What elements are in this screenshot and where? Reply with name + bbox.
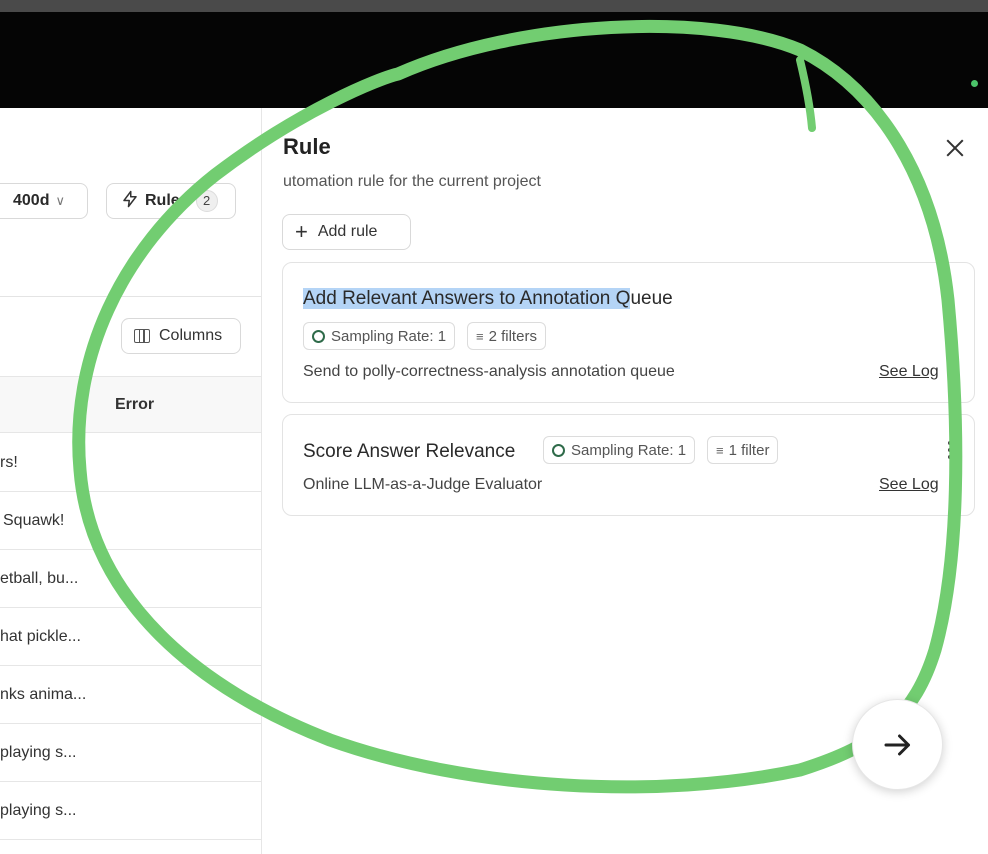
rule-name-selected-text: Add Relevant Answers to Annotation Q bbox=[303, 288, 631, 309]
sampling-rate-pill: Sampling Rate: 1 bbox=[543, 436, 696, 464]
row-text: hat pickle... bbox=[0, 628, 81, 645]
rule-description: Online LLM-as-a-Judge Evaluator bbox=[303, 476, 543, 493]
table-row[interactable]: nks anima... bbox=[0, 666, 261, 724]
rule-description: Send to polly-correctness-analysis annot… bbox=[303, 363, 675, 381]
table-row[interactable]: playing s... bbox=[0, 782, 261, 840]
rule-name: Add Relevant Answers to Annotation Queue bbox=[303, 288, 673, 310]
kebab-menu-icon[interactable] bbox=[948, 287, 952, 305]
table-row[interactable]: etball, bu... bbox=[0, 550, 261, 608]
sampling-rate-text: Sampling Rate: 1 bbox=[571, 441, 687, 459]
sampling-ring-icon bbox=[552, 443, 565, 457]
columns-icon bbox=[134, 329, 150, 343]
filters-pill[interactable]: ≡ 2 filters bbox=[467, 322, 546, 350]
time-range-select[interactable]: 400d ∨ bbox=[0, 183, 88, 219]
plus-icon: + bbox=[295, 219, 308, 244]
rules-count-badge: 2 bbox=[195, 190, 218, 212]
sampling-rate-text: Sampling Rate: 1 bbox=[331, 327, 447, 345]
filter-icon: ≡ bbox=[476, 328, 484, 344]
runs-page: 400d ∨ Rules 2 Columns Error rs! Squawk!… bbox=[0, 108, 262, 854]
rule-name-rest: ueue bbox=[630, 288, 673, 309]
time-range-value: 400d bbox=[13, 192, 50, 209]
row-text: nks anima... bbox=[0, 686, 87, 703]
rule-description-prefix: Send to bbox=[303, 363, 363, 380]
columns-button-label: Columns bbox=[159, 327, 223, 344]
next-button[interactable] bbox=[852, 699, 943, 790]
rule-description-target: polly-correctness-analysis bbox=[362, 363, 547, 380]
toolbar-divider bbox=[0, 296, 261, 297]
drawer-subtitle: utomation rule for the current project bbox=[283, 173, 541, 190]
rule-name: Score Answer Relevance bbox=[303, 441, 516, 462]
rule-card[interactable]: Add Relevant Answers to Annotation Queue… bbox=[282, 262, 975, 403]
table-row[interactable]: hat pickle... bbox=[0, 608, 261, 666]
rule-card[interactable]: Score Answer Relevance Sampling Rate: 1 … bbox=[282, 414, 975, 516]
chevron-down-icon: ∨ bbox=[55, 193, 65, 208]
sampling-ring-icon bbox=[312, 329, 325, 343]
add-rule-button[interactable]: + Add rule bbox=[282, 214, 411, 250]
row-text: rs! bbox=[0, 454, 18, 471]
sampling-rate-pill: Sampling Rate: 1 bbox=[303, 322, 456, 350]
table-header: Error bbox=[0, 376, 261, 433]
top-strip bbox=[0, 0, 988, 12]
row-text: etball, bu... bbox=[0, 570, 79, 587]
kebab-menu-icon[interactable] bbox=[948, 441, 952, 459]
arrow-right-icon bbox=[884, 734, 910, 755]
drawer-title: Rule bbox=[283, 134, 331, 159]
add-rule-label: Add rule bbox=[317, 223, 378, 240]
filter-icon: ≡ bbox=[716, 442, 724, 458]
filters-pill[interactable]: ≡ 1 filter bbox=[707, 436, 779, 464]
rule-description-suffix: annotation queue bbox=[546, 363, 675, 380]
close-icon[interactable] bbox=[943, 136, 967, 160]
bolt-icon bbox=[121, 190, 139, 213]
filters-text: 2 filters bbox=[488, 327, 537, 345]
error-column-header: Error bbox=[115, 396, 155, 413]
row-text: playing s... bbox=[0, 744, 77, 761]
see-logs-link[interactable]: See Log bbox=[879, 363, 939, 381]
status-dot-icon bbox=[971, 80, 978, 87]
columns-button[interactable]: Columns bbox=[121, 318, 241, 354]
video-top-bar bbox=[0, 12, 988, 108]
see-logs-link[interactable]: See Log bbox=[879, 476, 939, 494]
rules-button-label: Rules bbox=[145, 192, 189, 209]
rules-button[interactable]: Rules 2 bbox=[106, 183, 236, 219]
row-text: playing s... bbox=[0, 802, 77, 819]
row-text: Squawk! bbox=[3, 512, 65, 529]
table-row[interactable]: rs! bbox=[0, 434, 261, 492]
filters-text: 1 filter bbox=[728, 441, 770, 459]
table-row[interactable]: playing s... bbox=[0, 724, 261, 782]
table-row[interactable]: Squawk! bbox=[0, 492, 261, 550]
